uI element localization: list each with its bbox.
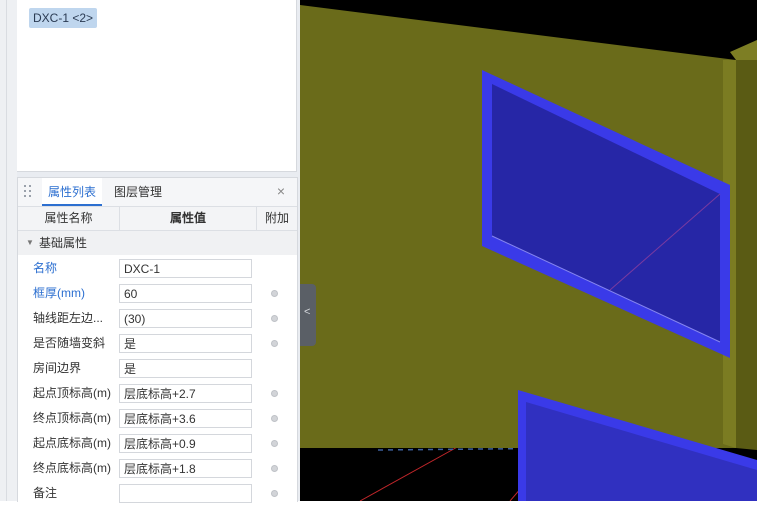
property-value-field[interactable]: 是 — [119, 334, 252, 353]
property-value-field[interactable]: (30) — [119, 309, 252, 328]
property-group-basic[interactable]: ▼ 基础属性 — [18, 231, 297, 255]
property-panel: 属性列表 图层管理 × 属性名称 属性值 附加 ▼ 基础属性 名称 DXC-1 框厚… — [17, 177, 298, 503]
property-name: 起点顶标高(m) — [33, 386, 111, 400]
column-header-name: 属性名称 — [18, 207, 120, 230]
property-value-field[interactable]: DXC-1 — [119, 259, 252, 278]
property-name: 终点底标高(m) — [33, 461, 111, 475]
axis-line — [359, 439, 471, 501]
column-header-value: 属性值 — [120, 207, 257, 230]
property-name: 起点底标高(m) — [33, 436, 111, 450]
property-panel-tabbar: 属性列表 图层管理 × — [18, 178, 297, 207]
property-row: 名称 DXC-1 — [18, 256, 297, 281]
left-gutter — [0, 0, 17, 501]
drag-handle-icon[interactable] — [24, 185, 32, 199]
gutter-line — [6, 0, 7, 501]
property-table-header: 属性名称 属性值 附加 — [18, 207, 297, 231]
property-value-field[interactable]: 层底标高+1.8 — [119, 459, 252, 478]
tab-layer-management[interactable]: 图层管理 — [114, 178, 174, 206]
extra-checkbox[interactable] — [271, 465, 278, 472]
left-panel: DXC-1 <2> 属性列表 图层管理 × 属性名称 属性值 附加 ▼ 基础属性… — [0, 0, 300, 503]
property-name: 备注 — [33, 486, 58, 500]
chevron-left-icon: < — [304, 306, 311, 318]
property-row: 终点顶标高(m) 层底标高+3.6 — [18, 406, 297, 431]
property-row: 框厚(mm) 60 — [18, 281, 297, 306]
component-list: DXC-1 <2> — [17, 0, 297, 172]
property-row: 起点顶标高(m) 层底标高+2.7 — [18, 381, 297, 406]
property-row: 房间边界 是 — [18, 356, 297, 381]
property-name: 终点顶标高(m) — [33, 411, 111, 425]
extra-checkbox[interactable] — [271, 415, 278, 422]
property-row: 终点底标高(m) 层底标高+1.8 — [18, 456, 297, 481]
extra-checkbox[interactable] — [271, 290, 278, 297]
collapse-panel-button[interactable]: < — [300, 284, 316, 346]
property-value-field[interactable]: 层底标高+2.7 — [119, 384, 252, 403]
property-group-label: 基础属性 — [39, 236, 88, 250]
property-value-field[interactable]: 60 — [119, 284, 252, 303]
property-row: 起点底标高(m) 层底标高+0.9 — [18, 431, 297, 456]
extra-checkbox[interactable] — [271, 340, 278, 347]
tab-property-list[interactable]: 属性列表 — [42, 178, 102, 206]
property-row: 轴线距左边... (30) — [18, 306, 297, 331]
property-value-field[interactable]: 层底标高+0.9 — [119, 434, 252, 453]
property-value-field[interactable]: 层底标高+3.6 — [119, 409, 252, 428]
property-name: 框厚(mm) — [33, 286, 85, 300]
wall-side — [736, 48, 757, 450]
property-name: 轴线距左边... — [33, 311, 104, 325]
extra-checkbox[interactable] — [271, 440, 278, 447]
3d-scene — [300, 5, 757, 501]
extra-checkbox[interactable] — [271, 490, 278, 497]
extra-checkbox[interactable] — [271, 315, 278, 322]
3d-viewport[interactable] — [300, 0, 757, 501]
property-value-field[interactable]: 是 — [119, 359, 252, 378]
close-icon[interactable]: × — [273, 183, 289, 199]
property-value-field[interactable] — [119, 484, 252, 503]
extra-checkbox[interactable] — [271, 390, 278, 397]
property-row: 备注 — [18, 481, 297, 506]
column-header-extra: 附加 — [264, 211, 289, 225]
property-name: 房间边界 — [33, 361, 82, 375]
component-list-item-selected[interactable]: DXC-1 <2> — [29, 8, 98, 28]
property-row: 是否随墙变斜是 — [18, 331, 297, 356]
triangle-down-icon[interactable]: ▼ — [26, 231, 34, 255]
property-name: 名称 — [33, 261, 58, 275]
property-name: 是否随墙变斜 — [33, 336, 106, 350]
wall-top — [730, 40, 757, 60]
